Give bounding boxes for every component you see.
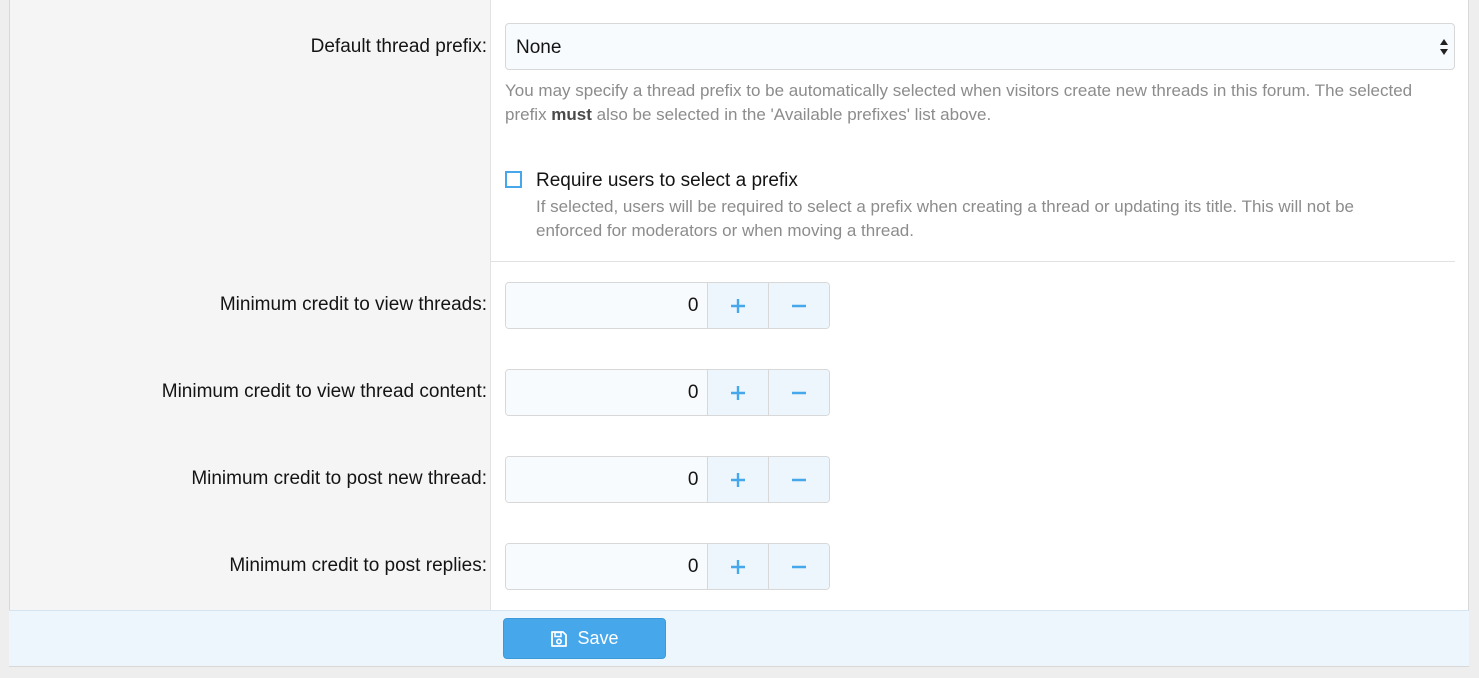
minus-icon	[792, 565, 807, 568]
plus-icon	[731, 559, 746, 574]
min-credit-post-replies-input[interactable]: 0	[506, 544, 709, 589]
sort-arrows-icon	[1440, 39, 1448, 55]
min-credit-view-content-stepper: 0	[505, 369, 830, 416]
label-column: Default thread prefix: Minimum credit to…	[10, 0, 491, 610]
require-prefix-hint-line2: enforced for moderators or when moving a…	[536, 221, 914, 240]
minus-icon	[792, 304, 807, 307]
decrement-button[interactable]	[768, 544, 829, 589]
decrement-button[interactable]	[768, 283, 829, 328]
plus-icon	[731, 385, 746, 400]
prefix-hint-text: prefix	[505, 105, 552, 124]
require-prefix-label[interactable]: Require users to select a prefix	[536, 170, 798, 192]
min-credit-view-content-label: Minimum credit to view thread content:	[161, 381, 487, 402]
min-credit-view-content-input[interactable]: 0	[506, 370, 709, 415]
decrement-button[interactable]	[768, 457, 829, 502]
increment-button[interactable]	[708, 283, 769, 328]
minus-icon	[792, 478, 807, 481]
increment-button[interactable]	[708, 544, 769, 589]
plus-icon	[731, 472, 746, 487]
min-credit-view-threads-stepper: 0	[505, 282, 830, 329]
section-divider	[491, 261, 1455, 262]
prefix-hint: You may specify a thread prefix to be au…	[505, 79, 1455, 127]
save-button-label: Save	[577, 628, 619, 648]
min-credit-post-thread-stepper: 0	[505, 456, 830, 503]
default-thread-prefix-select[interactable]: None	[505, 23, 1455, 70]
increment-button[interactable]	[708, 457, 769, 502]
prefix-hint-emphasis: must	[551, 105, 592, 124]
require-prefix-hint: If selected, users will be required to s…	[536, 195, 1436, 243]
min-credit-post-replies-stepper: 0	[505, 543, 830, 590]
min-credit-view-threads-input[interactable]: 0	[506, 283, 709, 328]
min-credit-view-threads-label: Minimum credit to view threads:	[219, 294, 487, 315]
default-thread-prefix-label: Default thread prefix:	[310, 36, 487, 57]
select-value: None	[516, 37, 562, 58]
plus-icon	[731, 298, 746, 313]
prefix-hint-line1: You may specify a thread prefix to be au…	[505, 81, 1413, 100]
increment-button[interactable]	[708, 370, 769, 415]
minus-icon	[792, 391, 807, 394]
prefix-hint-text-end: also be selected in the 'Available prefi…	[591, 105, 992, 124]
save-button[interactable]: Save	[503, 618, 666, 659]
floppy-disk-icon	[551, 630, 568, 647]
prefix-hint-line2: prefix must also be selected in the 'Ava…	[505, 103, 1455, 127]
form-footer: Save	[9, 610, 1469, 666]
min-credit-post-thread-input[interactable]: 0	[506, 457, 709, 502]
require-prefix-checkbox[interactable]	[505, 171, 522, 188]
require-prefix-hint-line1: If selected, users will be required to s…	[536, 197, 1355, 216]
decrement-button[interactable]	[768, 370, 829, 415]
min-credit-post-thread-label: Minimum credit to post new thread:	[191, 468, 487, 489]
min-credit-post-replies-label: Minimum credit to post replies:	[229, 555, 487, 576]
